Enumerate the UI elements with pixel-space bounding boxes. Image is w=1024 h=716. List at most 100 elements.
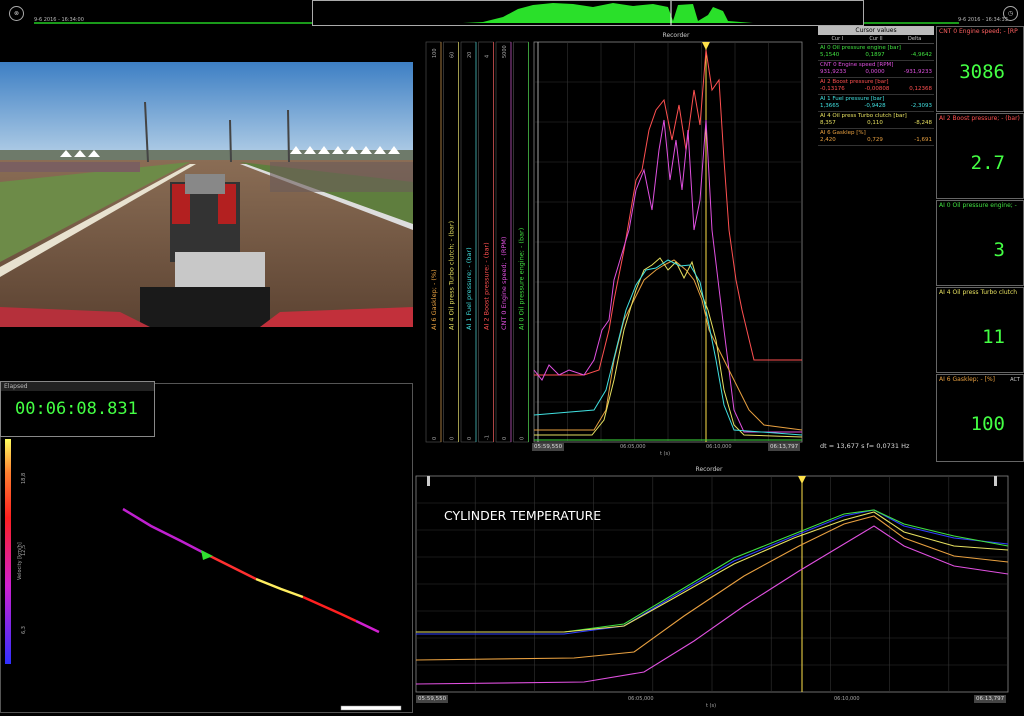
cursor-row-delta: -2,3093 (910, 103, 932, 109)
cursor-row-cur2: 0,110 (867, 120, 883, 126)
elapsed-value: 00:06:08.831 (15, 399, 138, 419)
dt-frequency-readout: dt = 13,677 s f= 0,0731 Hz (820, 442, 910, 450)
axis-bottom-tick: 0 (520, 437, 526, 440)
gauge-value: 2.7 (970, 152, 1005, 174)
cursor-row-cur1: -0,13176 (820, 86, 845, 92)
axis-column (425, 41, 442, 443)
cursor-row-name: AI 2 Boost pressure [bar] (820, 79, 889, 85)
recorder2-x-mid2: 06:10,000 (834, 696, 860, 702)
axis-label: AI 2 Boost pressure; - (bar) (483, 242, 491, 330)
cursor-row-cur2: 0,0000 (865, 69, 885, 75)
cursor-row-delta: -931,9233 (903, 69, 932, 75)
recorder1-x-unit: t (s) (660, 451, 671, 457)
video-frame (0, 62, 413, 327)
cursor-row: CNT 0 Engine speed [RPM] 931,9233 0,0000 -9… (818, 61, 934, 78)
gauge-0[interactable]: CNT 0 Engine speed; - [RP 3086 (936, 26, 1024, 112)
cursor-row-name: AI 0 Oil pressure engine [bar] (820, 45, 901, 51)
cursor-row-cur1: 5,1540 (820, 52, 840, 58)
zoom-out-icon[interactable]: ⊗ (9, 6, 24, 21)
axis-bottom-tick: 0 (432, 437, 438, 440)
axis-label: AI 0 Oil pressure engine; - (bar) (518, 228, 526, 330)
overview-plot (313, 1, 863, 25)
cursor-row-cur2: -0,00808 (864, 86, 890, 92)
map-scale-bar (340, 705, 402, 711)
gauge-1[interactable]: AI 2 Boost pressure; - (bar) 2.7 (936, 113, 1024, 199)
axis-bottom-tick: 0 (502, 437, 508, 440)
elapsed-label: Elapsed (1, 382, 154, 391)
cursor-row-delta: -8,248 (914, 120, 932, 126)
overview-window[interactable] (312, 0, 864, 26)
axis-column (478, 41, 494, 443)
axis-top-tick: 60 (450, 52, 456, 58)
axis-top-tick: 100 (432, 48, 438, 58)
position-marker-icon (201, 550, 213, 560)
velocity-scale-bar (5, 439, 11, 664)
recorder2-x-start: 05:59,550 (416, 695, 449, 703)
gauge-label: AI 0 Oil pressure engine; - (939, 202, 1017, 209)
cursor-row-name: AI 4 Oil press Turbo clutch [bar] (820, 113, 907, 119)
tractor-pull-video (0, 62, 413, 327)
axis-label: CNT 0 Engine speed; - (RPM) (500, 237, 508, 330)
cursor-row: AI 0 Oil pressure engine [bar] 5,1540 0,18… (818, 44, 934, 61)
axis-bottom-tick: -1 (485, 435, 491, 440)
scale-tick-1: 18,8 (21, 473, 27, 484)
cursor-row-cur1: 931,9233 (820, 69, 847, 75)
cursor-row: AI 1 Fuel pressure [bar] 1,3665 -0,9428 -2,… (818, 95, 934, 112)
axis-label: AI 6 Gasklep; - (%) (430, 269, 438, 330)
recorder-panel-1[interactable]: Recorder 100 0 AI 6 Gasklep; - (%) 60 0 AI 4 … (424, 30, 816, 460)
gauge-label: AI 4 Oil press Turbo clutch (939, 289, 1018, 296)
cursor-row-cur2: -0,9428 (864, 103, 886, 109)
gauge-value: 3086 (959, 61, 1005, 83)
cursor-row-name: AI 6 Gasklep [%] (820, 130, 866, 136)
axis-label: AI 1 Fuel pressure; - (bar) (465, 247, 473, 330)
axis-top-tick: 5000 (502, 45, 508, 58)
gauge-value: 3 (993, 239, 1005, 261)
cursor-row-delta: 0,12368 (909, 86, 932, 92)
col-delta: Delta (908, 36, 922, 42)
cursor-row: AI 6 Gasklep [%] 2,420 0,729 -1,691 (818, 129, 934, 146)
cursor-values-header: Cur I Cur II Delta (818, 35, 934, 44)
cursor-row-delta: -1,691 (914, 137, 932, 143)
gauge-badge: ACT (1010, 377, 1020, 383)
axis-label: AI 4 Oil press Turbo clutch; - (bar) (448, 221, 456, 330)
recorder-panel-2[interactable]: Recorder CYLINDER TEMPERATURE 05:59,550 … (414, 466, 1024, 713)
top-timeline-bar: ⊗ 9-6 2016 - 16:34:00 9-6 2016 - 16:34:3… (0, 0, 1024, 28)
axis-top-tick: 4 (485, 55, 491, 58)
gauge-value: 11 (982, 326, 1005, 348)
axis-top-tick: 20 (467, 52, 473, 58)
gauge-label: AI 2 Boost pressure; - (bar) (939, 115, 1020, 122)
cursor-row-cur1: 1,3665 (820, 103, 840, 109)
col-cur-2: Cur II (869, 36, 883, 42)
cursor-row-cur2: 0,729 (867, 137, 883, 143)
recorder2-plot (415, 475, 1009, 693)
cursor-row: AI 2 Boost pressure [bar] -0,13176 -0,0080… (818, 78, 934, 95)
clock-icon[interactable]: ◷ (1003, 6, 1018, 21)
recorder2-x-end: 06:13,797 (974, 695, 1007, 703)
cursor-row-name: CNT 0 Engine speed [RPM] (820, 62, 894, 68)
col-cur-1: Cur I (831, 36, 844, 42)
scale-tick-3: 6,3 (21, 626, 27, 634)
cursor-row-name: AI 1 Fuel pressure [bar] (820, 96, 885, 102)
cursor-values-panel: Cursor values Cur I Cur II Delta AI 0 Oi… (818, 26, 934, 186)
recorder1-plot: 100 0 AI 6 Gasklep; - (%) 60 0 AI 4 Oil press… (425, 41, 803, 443)
gauge-2[interactable]: AI 0 Oil pressure engine; - 3 (936, 200, 1024, 286)
gauge-4[interactable]: AI 6 Gasklep; - [%] ACT 100 (936, 374, 1024, 462)
elapsed-timer: Elapsed 00:06:08.831 (0, 381, 155, 437)
timeline-end-time: 9-6 2016 - 16:34:33 (958, 17, 1008, 23)
recorder1-x-mid1: 06:05,000 (620, 444, 646, 450)
recorder1-x-start: 05:59,550 (532, 443, 565, 451)
cursor-row: AI 4 Oil press Turbo clutch [bar] 8,357 0,… (818, 112, 934, 129)
axis-bottom-tick: 0 (450, 437, 456, 440)
cursor-row-cur1: 8,357 (820, 120, 836, 126)
cursor-row-cur2: 0,1897 (865, 52, 885, 58)
timeline-track-right (864, 22, 959, 24)
axis-column (460, 41, 477, 443)
recorder1-x-end: 06:13,797 (768, 443, 801, 451)
recorder2-x-unit: t (s) (706, 703, 717, 709)
cylinder-temperature-heading: CYLINDER TEMPERATURE (444, 508, 602, 523)
gauge-3[interactable]: AI 4 Oil press Turbo clutch 11 (936, 287, 1024, 373)
cursor-row-delta: -4,9642 (910, 52, 932, 58)
cursor-values-title: Cursor values (818, 26, 934, 35)
gauge-value: 100 (970, 413, 1005, 435)
recorder2-x-mid1: 06:05,000 (628, 696, 654, 702)
